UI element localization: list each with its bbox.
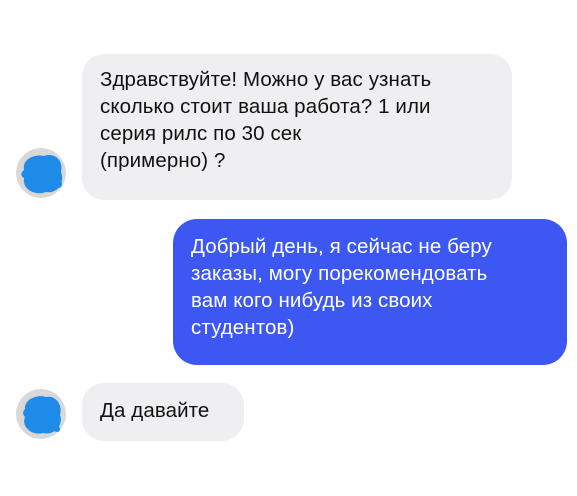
message-bubble-incoming-2[interactable]: Да давайте bbox=[82, 383, 244, 441]
message-bubble-outgoing[interactable]: Добрый день, я сейчас не беру заказы, мо… bbox=[173, 219, 567, 365]
avatar-blur-mask bbox=[16, 389, 66, 439]
message-bubble-incoming-1[interactable]: Здравствуйте! Можно у вас узнать сколько… bbox=[82, 54, 512, 200]
message-text-line: (примерно) ? bbox=[100, 149, 226, 172]
message-text-line: заказы, могу порекомендовать bbox=[191, 262, 488, 285]
message-text-line: сколько стоит ваша работа? 1 или bbox=[100, 95, 431, 118]
contact-avatar-icon[interactable] bbox=[16, 148, 66, 198]
message-text-line: серия рилс по 30 сек bbox=[100, 122, 302, 145]
message-text-line: студентов) bbox=[191, 316, 295, 339]
message-text-line: Да давайте bbox=[100, 399, 210, 422]
contact-avatar-icon[interactable] bbox=[16, 389, 66, 439]
message-text-line: Здравствуйте! Можно у вас узнать bbox=[100, 68, 432, 91]
message-text-line: вам кого нибудь из своих bbox=[191, 289, 433, 312]
message-text-line: Добрый день, я сейчас не беру bbox=[191, 235, 492, 258]
avatar-blur-mask bbox=[16, 148, 66, 198]
